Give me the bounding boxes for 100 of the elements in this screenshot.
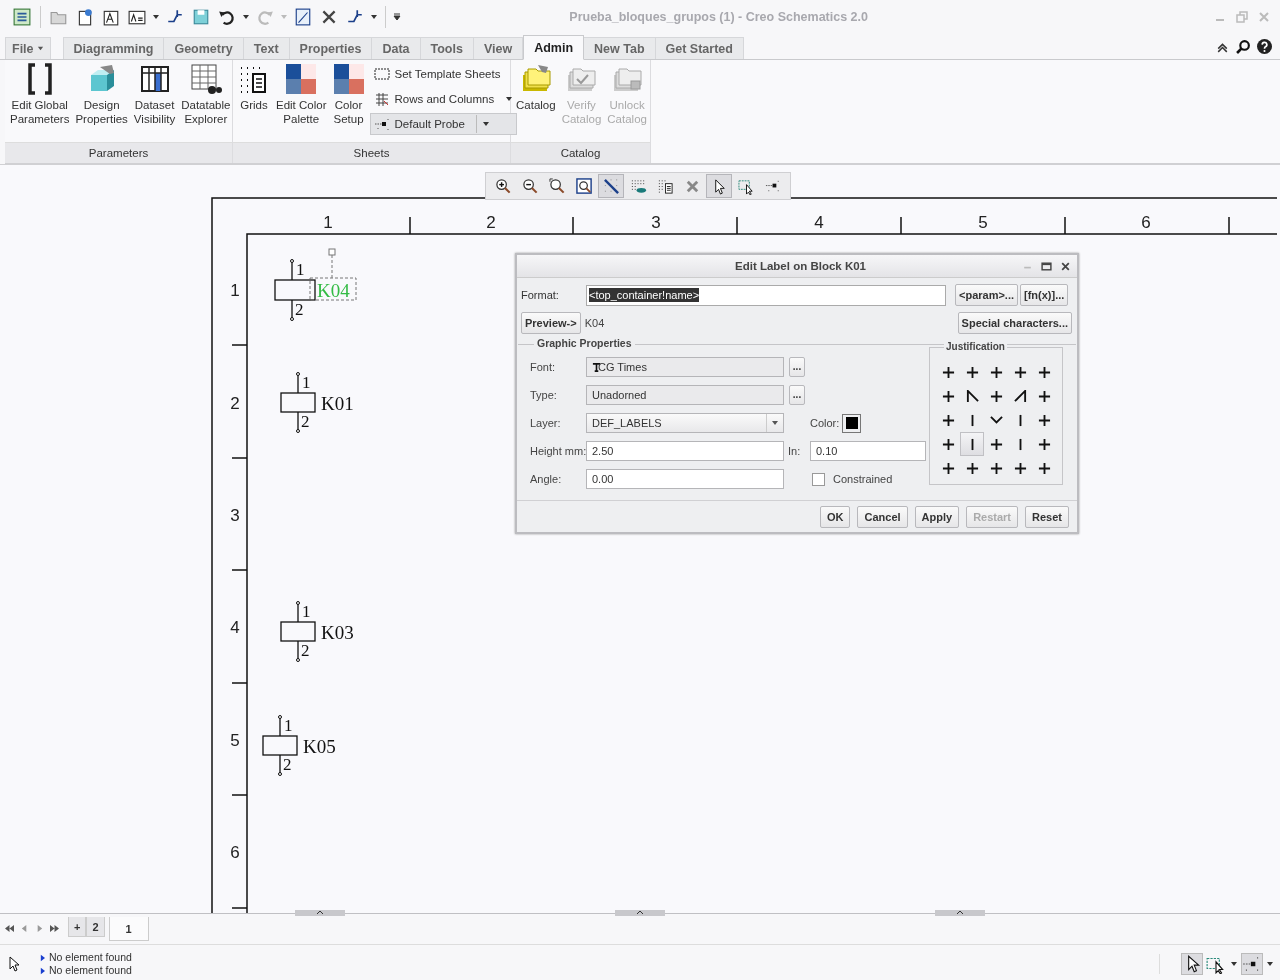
- ruler-tick: [231, 794, 248, 796]
- block-label[interactable]: K03: [321, 621, 354, 643]
- ribbon-tab[interactable]: View: [473, 37, 524, 59]
- document-icon[interactable]: [76, 7, 94, 26]
- row-number: 3: [230, 506, 240, 525]
- search-icon[interactable]: [1236, 38, 1251, 54]
- ruler-tick: [231, 682, 248, 684]
- coil-symbol[interactable]: [280, 372, 316, 433]
- coil-symbol[interactable]: [280, 601, 316, 662]
- ribbon-tab[interactable]: Properties: [289, 37, 373, 59]
- pin-number: 1: [302, 373, 311, 392]
- caret-icon[interactable]: [370, 12, 378, 21]
- pin-number: 2: [295, 300, 304, 319]
- caret-icon[interactable]: [1230, 960, 1238, 968]
- caret-icon[interactable]: [152, 12, 160, 21]
- row-number: 5: [230, 731, 240, 750]
- group-title: Graphic Properties: [534, 337, 635, 349]
- field-label: Layer:: [530, 417, 562, 429]
- ribbon-tab[interactable]: Text: [243, 37, 290, 59]
- text-field[interactable]: Unadorned: [586, 385, 784, 405]
- first-page-icon[interactable]: [4, 924, 15, 933]
- regenerate-icon[interactable]: [294, 7, 312, 26]
- ribbon-button[interactable]: Dataset Visibility: [130, 63, 179, 126]
- palette-icon: [332, 63, 365, 95]
- browse-button[interactable]: ...: [789, 357, 805, 377]
- group-label: Catalog: [511, 142, 650, 163]
- last-page-icon[interactable]: [49, 924, 60, 933]
- file-menu[interactable]: File: [5, 37, 51, 59]
- pin-number: 1: [296, 260, 305, 279]
- leader-line: [331, 254, 333, 279]
- format-field[interactable]: <top_container!name>: [586, 284, 946, 306]
- input-field[interactable]: 2.50: [586, 441, 784, 461]
- text-field[interactable]: CG Times: [586, 357, 784, 377]
- param-button[interactable]: <param>...: [955, 284, 1019, 306]
- ruler-tick: [736, 216, 738, 235]
- ribbon-button[interactable]: Grids: [235, 63, 273, 112]
- preview-button[interactable]: Preview->: [521, 312, 581, 334]
- split-button[interactable]: Default Probe: [369, 113, 518, 135]
- sheet-tab[interactable]: 2: [86, 917, 105, 937]
- ribbon-button[interactable]: Design Properties: [72, 63, 131, 126]
- ribbon-button[interactable]: Color Setup: [329, 63, 368, 126]
- special-characters-button[interactable]: Special characters...: [957, 312, 1072, 334]
- input-field[interactable]: 0.00: [586, 469, 784, 489]
- caret-icon[interactable]: [1266, 960, 1274, 968]
- ribbon-tab[interactable]: New Tab: [584, 37, 656, 59]
- pin-number: 2: [301, 412, 310, 431]
- ribbon-button[interactable]: Edit Color Palette: [273, 63, 330, 126]
- block-label[interactable]: K05: [303, 735, 336, 757]
- close-icon[interactable]: [1060, 260, 1071, 272]
- ribbon-tab[interactable]: Admin: [523, 35, 585, 60]
- pointer-icon[interactable]: [1182, 954, 1202, 974]
- dialog-button[interactable]: OK: [820, 505, 851, 528]
- save-icon[interactable]: [192, 7, 210, 26]
- checkbox[interactable]: [812, 472, 825, 486]
- caret-icon[interactable]: [481, 120, 490, 128]
- browse-button[interactable]: ...: [789, 385, 805, 405]
- table-icon: [189, 63, 222, 95]
- ribbon-button[interactable]: Edit Global Parameters: [7, 63, 73, 126]
- ribbon-button[interactable]: Datatable Explorer: [178, 63, 234, 126]
- dialog-button[interactable]: Reset: [1025, 505, 1069, 528]
- help-icon[interactable]: [1257, 38, 1272, 54]
- ribbon-tab[interactable]: Diagramming: [62, 37, 165, 59]
- field-label: Height mm:: [530, 445, 586, 457]
- handle[interactable]: [328, 248, 336, 256]
- column-number: 4: [814, 213, 824, 232]
- window-title: Prueba_bloques_grupos (1) - Creo Schematics 2.0: [569, 9, 868, 24]
- coil-symbol[interactable]: [262, 715, 298, 776]
- app-icon[interactable]: [13, 7, 31, 26]
- column-number: 2: [486, 213, 496, 232]
- field-label: Color:: [810, 417, 841, 429]
- splitter-handle[interactable]: [615, 910, 665, 916]
- dialog-button[interactable]: Cancel: [857, 505, 908, 528]
- caret-icon: [36, 45, 44, 52]
- pin-number: 2: [301, 641, 310, 660]
- color-swatch[interactable]: [842, 413, 861, 433]
- ribbon-tab[interactable]: Geometry: [164, 37, 244, 59]
- add-sheet-button[interactable]: +: [68, 917, 87, 937]
- field-label: Font:: [530, 361, 557, 373]
- function-button[interactable]: [fn(x)]...: [1020, 284, 1069, 306]
- palette-icon: [285, 63, 318, 95]
- column-number: 5: [978, 213, 988, 232]
- block-label[interactable]: K01: [321, 392, 354, 414]
- pointer-icon[interactable]: [8, 956, 20, 972]
- dialog-button[interactable]: Apply: [914, 505, 960, 528]
- maximize-icon[interactable]: [1041, 260, 1052, 272]
- caret-icon[interactable]: [242, 12, 250, 21]
- pointer-icon[interactable]: [706, 174, 732, 198]
- dropdown[interactable]: DEF_LABELS: [586, 413, 784, 433]
- input-field[interactable]: 0.10: [810, 441, 926, 461]
- splitter-handle[interactable]: [935, 910, 985, 916]
- splitter-handle[interactable]: [295, 910, 345, 916]
- ribbon-tab[interactable]: Get Started: [655, 37, 744, 59]
- coil-symbol[interactable]: [274, 259, 316, 321]
- sheet-tab[interactable]: 1: [108, 917, 149, 941]
- customize-icon[interactable]: [393, 12, 401, 21]
- ribbon-tab[interactable]: Data: [372, 37, 421, 59]
- probe-icon[interactable]: [1242, 954, 1262, 974]
- ruler-tick: [1228, 216, 1230, 235]
- ribbon-tab[interactable]: Tools: [420, 37, 474, 59]
- checkbox-label: Constrained: [833, 473, 893, 485]
